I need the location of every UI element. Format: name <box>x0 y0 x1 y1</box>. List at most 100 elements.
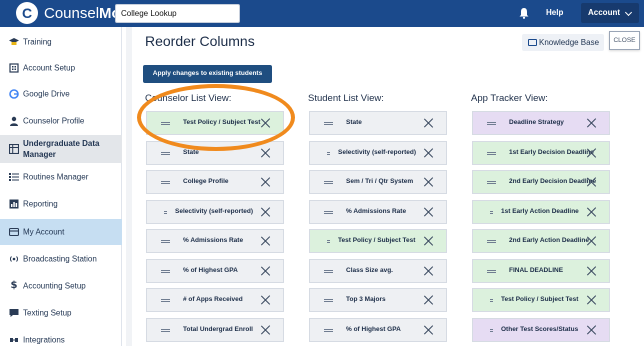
remove-icon[interactable] <box>587 118 597 128</box>
remove-icon[interactable] <box>587 266 597 276</box>
remove-icon[interactable] <box>261 177 271 187</box>
bell-icon[interactable] <box>518 7 530 19</box>
drag-handle-icon[interactable] <box>327 151 330 155</box>
sidebar-item-training[interactable]: Training <box>0 29 122 55</box>
drag-handle-icon[interactable] <box>487 122 496 125</box>
student-list-row[interactable]: Test Policy / Subject Test <box>309 229 447 253</box>
app-tracker-list-row[interactable]: Deadline Strategy <box>472 111 610 135</box>
drag-handle-icon[interactable] <box>161 151 170 155</box>
remove-icon[interactable] <box>424 177 434 187</box>
sidebar-item-label: Counselor Profile <box>23 116 85 126</box>
remove-icon[interactable] <box>587 325 597 335</box>
remove-icon[interactable] <box>587 236 597 246</box>
drag-handle-icon[interactable] <box>324 299 333 302</box>
remove-icon[interactable] <box>261 295 271 305</box>
drag-handle-icon[interactable] <box>490 210 493 214</box>
student-list-row[interactable]: State <box>309 111 447 135</box>
counselor-list-row[interactable]: % of Highest GPA <box>146 258 284 283</box>
sidebar-item-accounting-setup[interactable]: $ Accounting Setup <box>0 273 122 299</box>
drag-handle-icon[interactable] <box>161 328 170 332</box>
drag-handle-icon[interactable] <box>324 122 333 125</box>
student-list-row[interactable]: Selectivity (self-reported) <box>309 140 447 165</box>
student-list-row[interactable]: Top 3 Majors <box>309 288 447 312</box>
drag-handle-icon[interactable] <box>490 299 493 302</box>
remove-icon[interactable] <box>261 236 271 246</box>
column-label: 1st Early Action Deadline <box>501 207 579 215</box>
sidebar-item-reporting[interactable]: Reporting <box>0 191 122 217</box>
drag-handle-icon[interactable] <box>161 269 170 273</box>
counselor-list-row[interactable]: College Profile <box>146 170 284 194</box>
logo-icon[interactable]: C <box>16 2 38 24</box>
column-label: Top 3 Majors <box>346 296 386 303</box>
drag-handle-icon[interactable] <box>324 181 333 184</box>
student-list-row[interactable]: Sem / Tri / Qtr System <box>309 170 447 194</box>
app-tracker-list-row[interactable]: 1st Early Action Deadline <box>472 199 610 224</box>
drag-handle-icon[interactable] <box>161 181 170 184</box>
sidebar-item-integrations[interactable]: Integrations <box>0 327 122 346</box>
remove-icon[interactable] <box>424 207 434 217</box>
drag-handle-icon[interactable] <box>487 181 496 184</box>
sidebar-item-counselor-profile[interactable]: Counselor Profile <box>0 108 122 134</box>
help-link[interactable]: Help <box>546 8 563 17</box>
sidebar: Training Account Setup Google Drive Coun… <box>0 27 122 346</box>
student-list-row[interactable]: Class Size avg. <box>309 258 447 283</box>
app-tracker-list-row[interactable]: Other Test Scores/Status <box>472 317 610 342</box>
remove-icon[interactable] <box>424 148 434 158</box>
drag-handle-icon[interactable] <box>324 269 333 273</box>
counselor-list-row[interactable]: Test Policy / Subject Test <box>146 111 284 135</box>
drag-handle-icon[interactable] <box>487 240 496 243</box>
counselor-list-row[interactable]: % Admissions Rate <box>146 229 284 253</box>
drag-handle-icon[interactable] <box>164 210 167 214</box>
remove-icon[interactable] <box>587 148 597 158</box>
sidebar-item-label: Reporting <box>23 199 58 209</box>
counselor-list-row[interactable]: # of Apps Received <box>146 288 284 312</box>
column-label: Other Test Scores/Status <box>501 325 579 333</box>
remove-icon[interactable] <box>261 266 271 276</box>
app-tracker-list-row[interactable]: FINAL DEADLINE <box>472 258 610 283</box>
remove-icon[interactable] <box>424 266 434 276</box>
drag-handle-icon[interactable] <box>324 328 333 332</box>
remove-icon[interactable] <box>587 295 597 305</box>
app-tracker-list-row[interactable]: Test Policy / Subject Test <box>472 288 610 312</box>
apply-changes-button[interactable]: Apply changes to existing students <box>143 65 272 83</box>
drag-handle-icon[interactable] <box>487 151 496 155</box>
account-menu-button[interactable]: Account <box>581 3 639 23</box>
drag-handle-icon[interactable] <box>487 269 496 273</box>
remove-icon[interactable] <box>424 325 434 335</box>
student-list-row[interactable]: % of Highest GPA <box>309 317 447 342</box>
knowledge-base-button[interactable]: Knowledge Base <box>522 34 604 51</box>
sidebar-item-account-setup[interactable]: Account Setup <box>0 55 122 81</box>
sidebar-item-texting-setup[interactable]: Texting Setup <box>0 300 122 326</box>
remove-icon[interactable] <box>424 236 434 246</box>
dollar-icon: $ <box>10 280 18 291</box>
drag-handle-icon[interactable] <box>490 328 493 332</box>
remove-icon[interactable] <box>587 177 597 187</box>
sidebar-item-google-drive[interactable]: Google Drive <box>0 81 122 107</box>
drag-handle-icon[interactable] <box>161 240 170 243</box>
remove-icon[interactable] <box>261 325 271 335</box>
sidebar-item-undergraduate-data-manager[interactable]: Undergraduate Data Manager <box>0 135 122 163</box>
drag-handle-icon[interactable] <box>161 299 170 302</box>
counselor-list-row[interactable]: State <box>146 140 284 165</box>
close-button[interactable]: CLOSE <box>609 31 640 50</box>
app-tracker-list-row[interactable]: 2nd Early Action Deadline <box>472 229 610 253</box>
app-tracker-list-row[interactable]: 1st Early Decision Deadline <box>472 140 610 165</box>
app-tracker-list-row[interactable]: 2nd Early Decision Deadline <box>472 170 610 194</box>
sidebar-item-my-account[interactable]: My Account <box>0 219 122 245</box>
remove-icon[interactable] <box>424 118 434 128</box>
remove-icon[interactable] <box>261 207 271 217</box>
student-list-row[interactable]: % Admissions Rate <box>309 199 447 224</box>
drag-handle-icon[interactable] <box>161 122 170 125</box>
drag-handle-icon[interactable] <box>327 240 330 243</box>
college-lookup-input[interactable] <box>115 4 240 23</box>
remove-icon[interactable] <box>261 118 271 128</box>
sidebar-item-routines-manager[interactable]: Routines Manager <box>0 164 122 190</box>
drag-handle-icon[interactable] <box>324 210 333 214</box>
remove-icon[interactable] <box>424 295 434 305</box>
sidebar-item-broadcasting-station[interactable]: Broadcasting Station <box>0 246 122 272</box>
counselor-list-row[interactable]: Total Undergrad Enroll <box>146 317 284 342</box>
remove-icon[interactable] <box>261 148 271 158</box>
app-tracker-view-heading: App Tracker View: <box>471 93 548 104</box>
remove-icon[interactable] <box>587 207 597 217</box>
counselor-list-row[interactable]: Selectivity (self-reported) <box>146 199 284 224</box>
